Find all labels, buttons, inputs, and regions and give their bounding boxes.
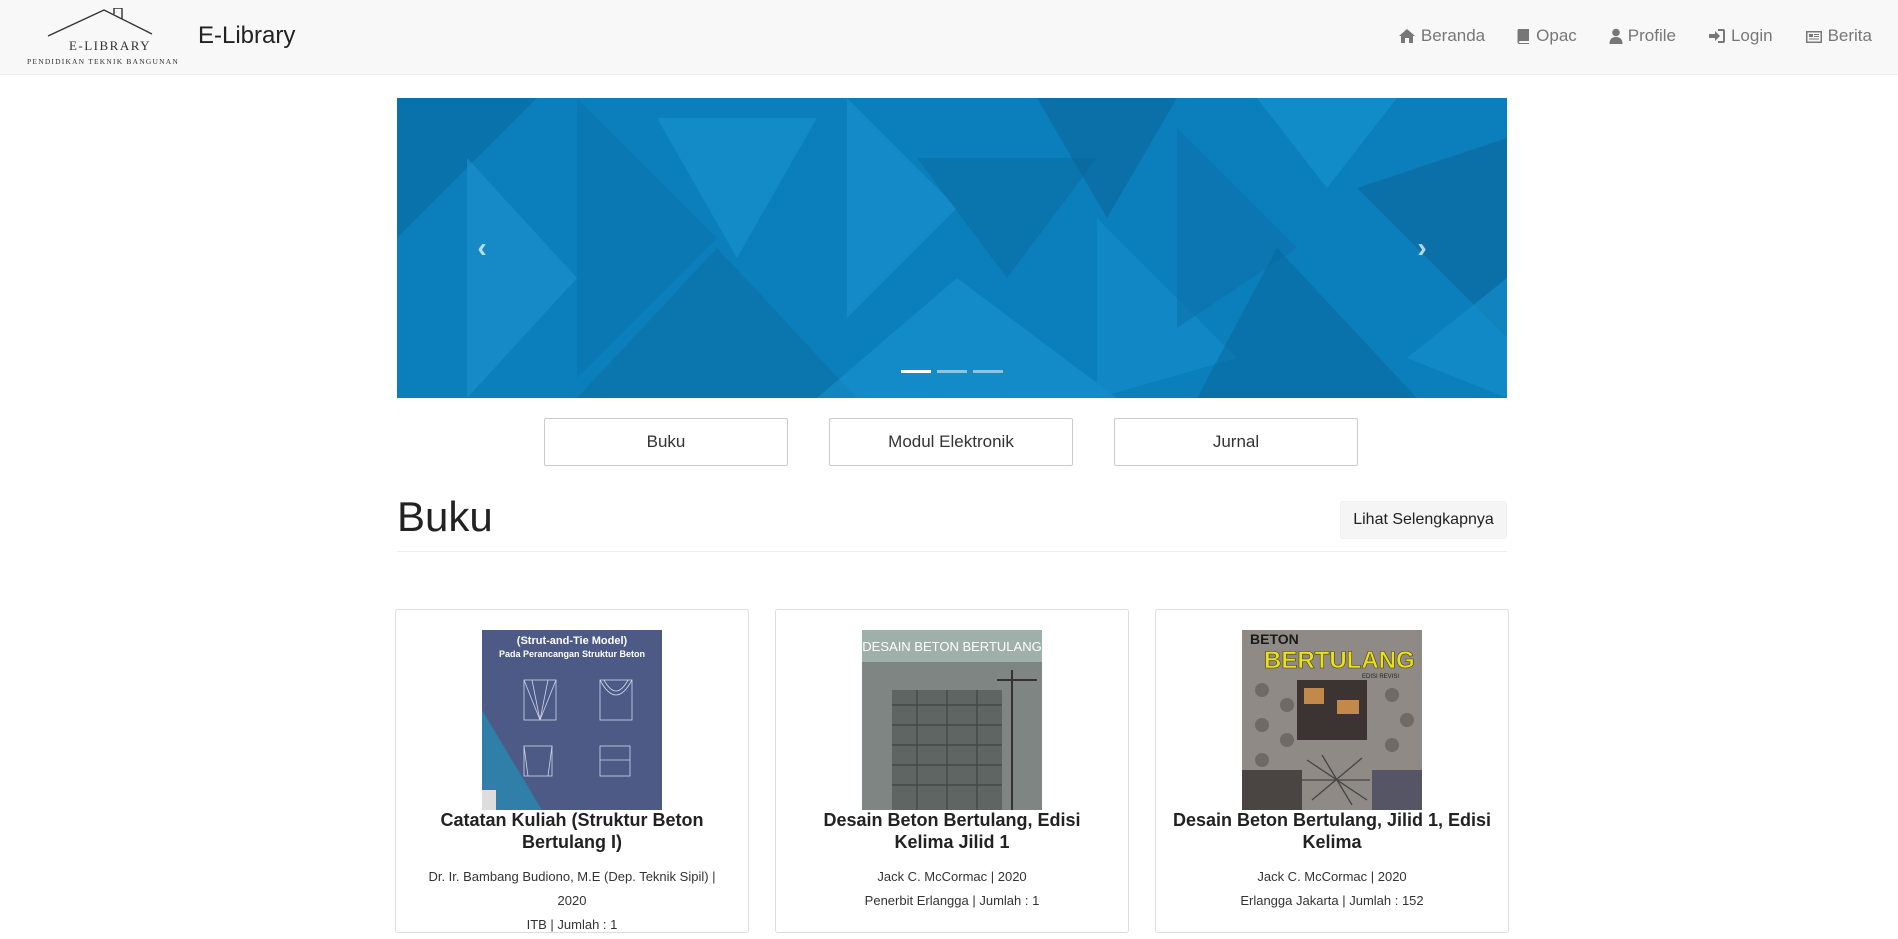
- book-card[interactable]: BETON BERTULANG EDISI REVISI Desain Beto…: [1155, 609, 1509, 933]
- book-icon: [1517, 29, 1530, 44]
- nav-opac-label: Opac: [1536, 26, 1577, 45]
- book-cover-image[interactable]: (Strut-and-Tie Model) Pada Perancangan S…: [482, 630, 662, 810]
- nav-login-label: Login: [1730, 26, 1773, 45]
- book-author-line: Jack C. McCormac | 2020: [1257, 869, 1407, 884]
- sign-in-icon: [1708, 29, 1725, 43]
- chevron-left-icon: ‹: [477, 232, 487, 263]
- newspaper-icon: [1805, 30, 1822, 43]
- book-year-line: 2020: [557, 893, 587, 908]
- carousel-indicator-2[interactable]: [937, 370, 967, 373]
- banner-carousel: ‹ ›: [397, 98, 1507, 398]
- book-author-line: Jack C. McCormac | 2020: [877, 869, 1027, 884]
- navbar: E-LIBRARY PENDIDIKAN TEKNIK BANGUNAN E-L…: [0, 0, 1898, 75]
- section-title: Buku: [397, 493, 493, 540]
- nav-login[interactable]: Login: [1708, 26, 1773, 46]
- user-icon: [1609, 28, 1623, 44]
- book-cover-text: DESAIN BETON BERTULANG: [862, 639, 1041, 654]
- book-cover-image[interactable]: BETON BERTULANG EDISI REVISI: [1242, 630, 1422, 810]
- book-publisher-line: Penerbit Erlangga | Jumlah : 1: [864, 893, 1040, 908]
- book-cover-image[interactable]: DESAIN BETON BERTULANG: [862, 630, 1042, 810]
- home-icon: [1398, 29, 1415, 43]
- carousel-indicator-3[interactable]: [973, 370, 1003, 373]
- book-card[interactable]: DESAIN BETON BERTULANG Desain Beton Bert…: [775, 609, 1129, 933]
- book-title[interactable]: Catatan Kuliah (Struktur Beton Bertulang…: [412, 809, 732, 853]
- logo-subtitle: PENDIDIKAN TEKNIK BANGUNAN: [27, 57, 179, 66]
- section-divider: [397, 551, 1507, 552]
- carousel-indicators: [397, 370, 1507, 373]
- book-cover-text: BERTULANG: [1264, 647, 1415, 674]
- book-cover-text: Pada Perancangan Struktur Beton: [499, 649, 645, 659]
- book-cover-text: BETON: [1250, 631, 1299, 647]
- book-title[interactable]: Desain Beton Bertulang, Jilid 1, Edisi K…: [1172, 809, 1492, 853]
- logo-title: E-LIBRARY: [68, 38, 152, 53]
- book-cover-text: (Strut-and-Tie Model): [517, 635, 628, 647]
- main-nav: Beranda Opac Profile Login Berita: [1366, 0, 1872, 72]
- book-author-line: Dr. Ir. Bambang Budiono, M.E (Dep. Tekni…: [428, 869, 716, 884]
- site-logo[interactable]: E-LIBRARY PENDIDIKAN TEKNIK BANGUNAN: [18, 8, 190, 68]
- category-buku-button[interactable]: Buku: [544, 418, 788, 466]
- category-modul-button[interactable]: Modul Elektronik: [829, 418, 1073, 466]
- book-card[interactable]: (Strut-and-Tie Model) Pada Perancangan S…: [395, 609, 749, 933]
- chevron-right-icon: ›: [1417, 232, 1427, 263]
- brand-link[interactable]: E-Library: [198, 22, 295, 50]
- book-title[interactable]: Desain Beton Bertulang, Edisi Kelima Jil…: [792, 809, 1112, 853]
- nav-opac[interactable]: Opac: [1517, 26, 1577, 46]
- see-more-button[interactable]: Lihat Selengkapnya: [1340, 501, 1507, 539]
- book-publisher-line: ITB | Jumlah : 1: [526, 917, 618, 932]
- nav-berita-label: Berita: [1827, 26, 1872, 45]
- nav-berita[interactable]: Berita: [1805, 26, 1872, 46]
- carousel-indicator-1[interactable]: [901, 370, 931, 373]
- category-jurnal-button[interactable]: Jurnal: [1114, 418, 1358, 466]
- nav-profile[interactable]: Profile: [1609, 26, 1676, 46]
- carousel-next-button[interactable]: ›: [1337, 98, 1507, 398]
- book-publisher-line: Erlangga Jakarta | Jumlah : 152: [1240, 893, 1424, 908]
- nav-profile-label: Profile: [1627, 26, 1676, 45]
- book-cover-text: EDISI REVISI: [1362, 674, 1399, 680]
- carousel-prev-button[interactable]: ‹: [397, 98, 567, 398]
- nav-beranda-label: Beranda: [1420, 26, 1486, 45]
- nav-beranda[interactable]: Beranda: [1398, 26, 1485, 46]
